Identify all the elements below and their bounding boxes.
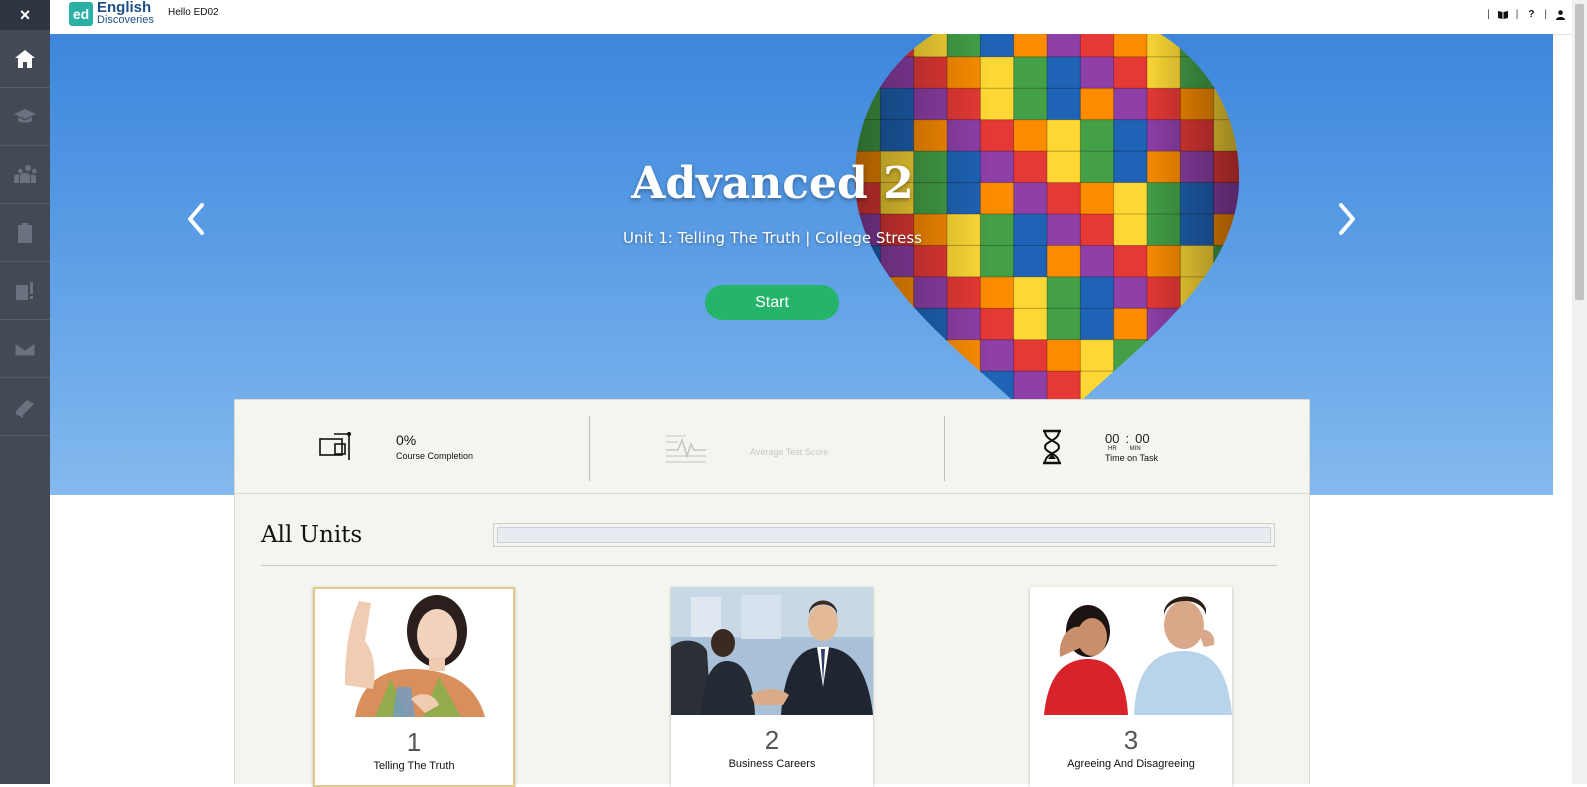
time-hours: 00 xyxy=(1105,430,1120,446)
divider xyxy=(944,416,945,481)
header-tools: | | ? | xyxy=(1487,9,1565,20)
graduation-cap-icon xyxy=(14,108,36,122)
help-button[interactable]: ? xyxy=(1526,9,1536,20)
left-sidebar: × xyxy=(0,0,50,784)
course-title: Advanced 2 xyxy=(631,158,914,209)
course-completion-stat: 0% Course Completion xyxy=(318,400,473,493)
current-unit-subtitle: Unit 1: Telling The Truth | College Stre… xyxy=(623,229,922,247)
brand-logo[interactable]: ed English Discoveries xyxy=(69,0,154,26)
user-greeting: Hello ED02 xyxy=(168,7,219,18)
mail-icon xyxy=(14,342,36,356)
user-menu-button[interactable] xyxy=(1555,9,1565,20)
sidebar-item-community[interactable] xyxy=(0,146,50,204)
sidebar-item-courses[interactable] xyxy=(0,88,50,146)
scrollbar-thumb[interactable] xyxy=(1575,4,1584,300)
time-on-task-stat: 00 : 00 HR MIN Time on Task xyxy=(1041,400,1158,493)
separator: | xyxy=(1544,9,1547,20)
time-minutes-unit: MIN xyxy=(1129,445,1141,452)
book-open-icon xyxy=(1497,11,1508,19)
pulse-chart-icon xyxy=(666,434,706,463)
couple-disagreeing-photo xyxy=(1030,587,1232,715)
sidebar-item-library[interactable] xyxy=(0,378,50,436)
logo-badge: ed xyxy=(69,2,93,26)
completion-label: Course Completion xyxy=(396,451,474,461)
divider xyxy=(589,416,590,481)
unit-card[interactable]: 1 Telling The Truth xyxy=(313,587,515,787)
all-units-panel: All Units 1 Telling The Truth 2 Business… xyxy=(234,494,1310,787)
separator: | xyxy=(1515,9,1519,20)
time-colon: : xyxy=(1125,430,1130,446)
unit-thumbnail xyxy=(1030,587,1232,715)
unit-card[interactable]: 2 Business Careers xyxy=(671,587,873,787)
unit-number: 2 xyxy=(764,725,780,755)
unit-thumbnail xyxy=(315,589,513,717)
close-icon: × xyxy=(19,4,31,25)
brand-name-line2: Discoveries xyxy=(97,14,154,26)
unit-number: 1 xyxy=(406,727,422,757)
sidebar-item-tests[interactable] xyxy=(0,262,50,320)
start-button[interactable]: Start xyxy=(705,285,839,320)
time-on-task-label: Time on Task xyxy=(1105,452,1159,463)
unit-number: 3 xyxy=(1123,725,1139,755)
previous-course-arrow-icon[interactable] xyxy=(184,202,208,236)
course-stats-bar: 0% Course Completion Average Test Score … xyxy=(234,399,1310,494)
average-test-score-stat: Average Test Score xyxy=(664,400,828,493)
sidebar-item-messages[interactable] xyxy=(0,320,50,378)
completion-flag-icon xyxy=(319,431,351,460)
unit-name: Telling The Truth xyxy=(373,760,455,772)
unit-name: Agreeing And Disagreeing xyxy=(1067,758,1195,770)
completion-value: 0% xyxy=(396,432,417,448)
next-course-arrow-icon[interactable] xyxy=(1335,202,1359,236)
woman-waving-photo xyxy=(315,589,513,717)
user-icon xyxy=(1555,9,1565,20)
assessments-icon xyxy=(16,281,33,300)
hourglass-icon xyxy=(1043,429,1061,464)
all-units-title: All Units xyxy=(261,522,363,548)
help-icon: ? xyxy=(1528,9,1535,20)
average-test-score-label: Average Test Score xyxy=(750,447,829,457)
sidebar-item-assignments[interactable] xyxy=(0,204,50,262)
book-icon xyxy=(16,399,34,418)
home-icon xyxy=(15,49,35,68)
unit-name: Business Careers xyxy=(728,758,816,770)
top-header: ed English Discoveries Hello ED02 | | ? … xyxy=(50,0,1587,35)
brand-name-line1: English xyxy=(97,0,152,16)
close-menu-button[interactable]: × xyxy=(0,0,50,30)
time-minutes: 00 xyxy=(1135,430,1150,446)
clipboard-icon xyxy=(18,222,32,243)
page-scrollbar[interactable] xyxy=(1572,0,1587,784)
unit-card[interactable]: 3 Agreeing And Disagreeing xyxy=(1030,587,1232,787)
separator: | xyxy=(1487,9,1490,20)
community-icon xyxy=(14,164,37,183)
dictionary-button[interactable] xyxy=(1497,10,1508,20)
divider xyxy=(261,565,1277,566)
business-handshake-photo xyxy=(671,587,873,715)
units-progress-bar xyxy=(493,523,1275,547)
sidebar-item-home[interactable] xyxy=(0,30,50,88)
unit-thumbnail xyxy=(671,587,873,715)
time-hours-unit: HR xyxy=(1108,445,1117,452)
